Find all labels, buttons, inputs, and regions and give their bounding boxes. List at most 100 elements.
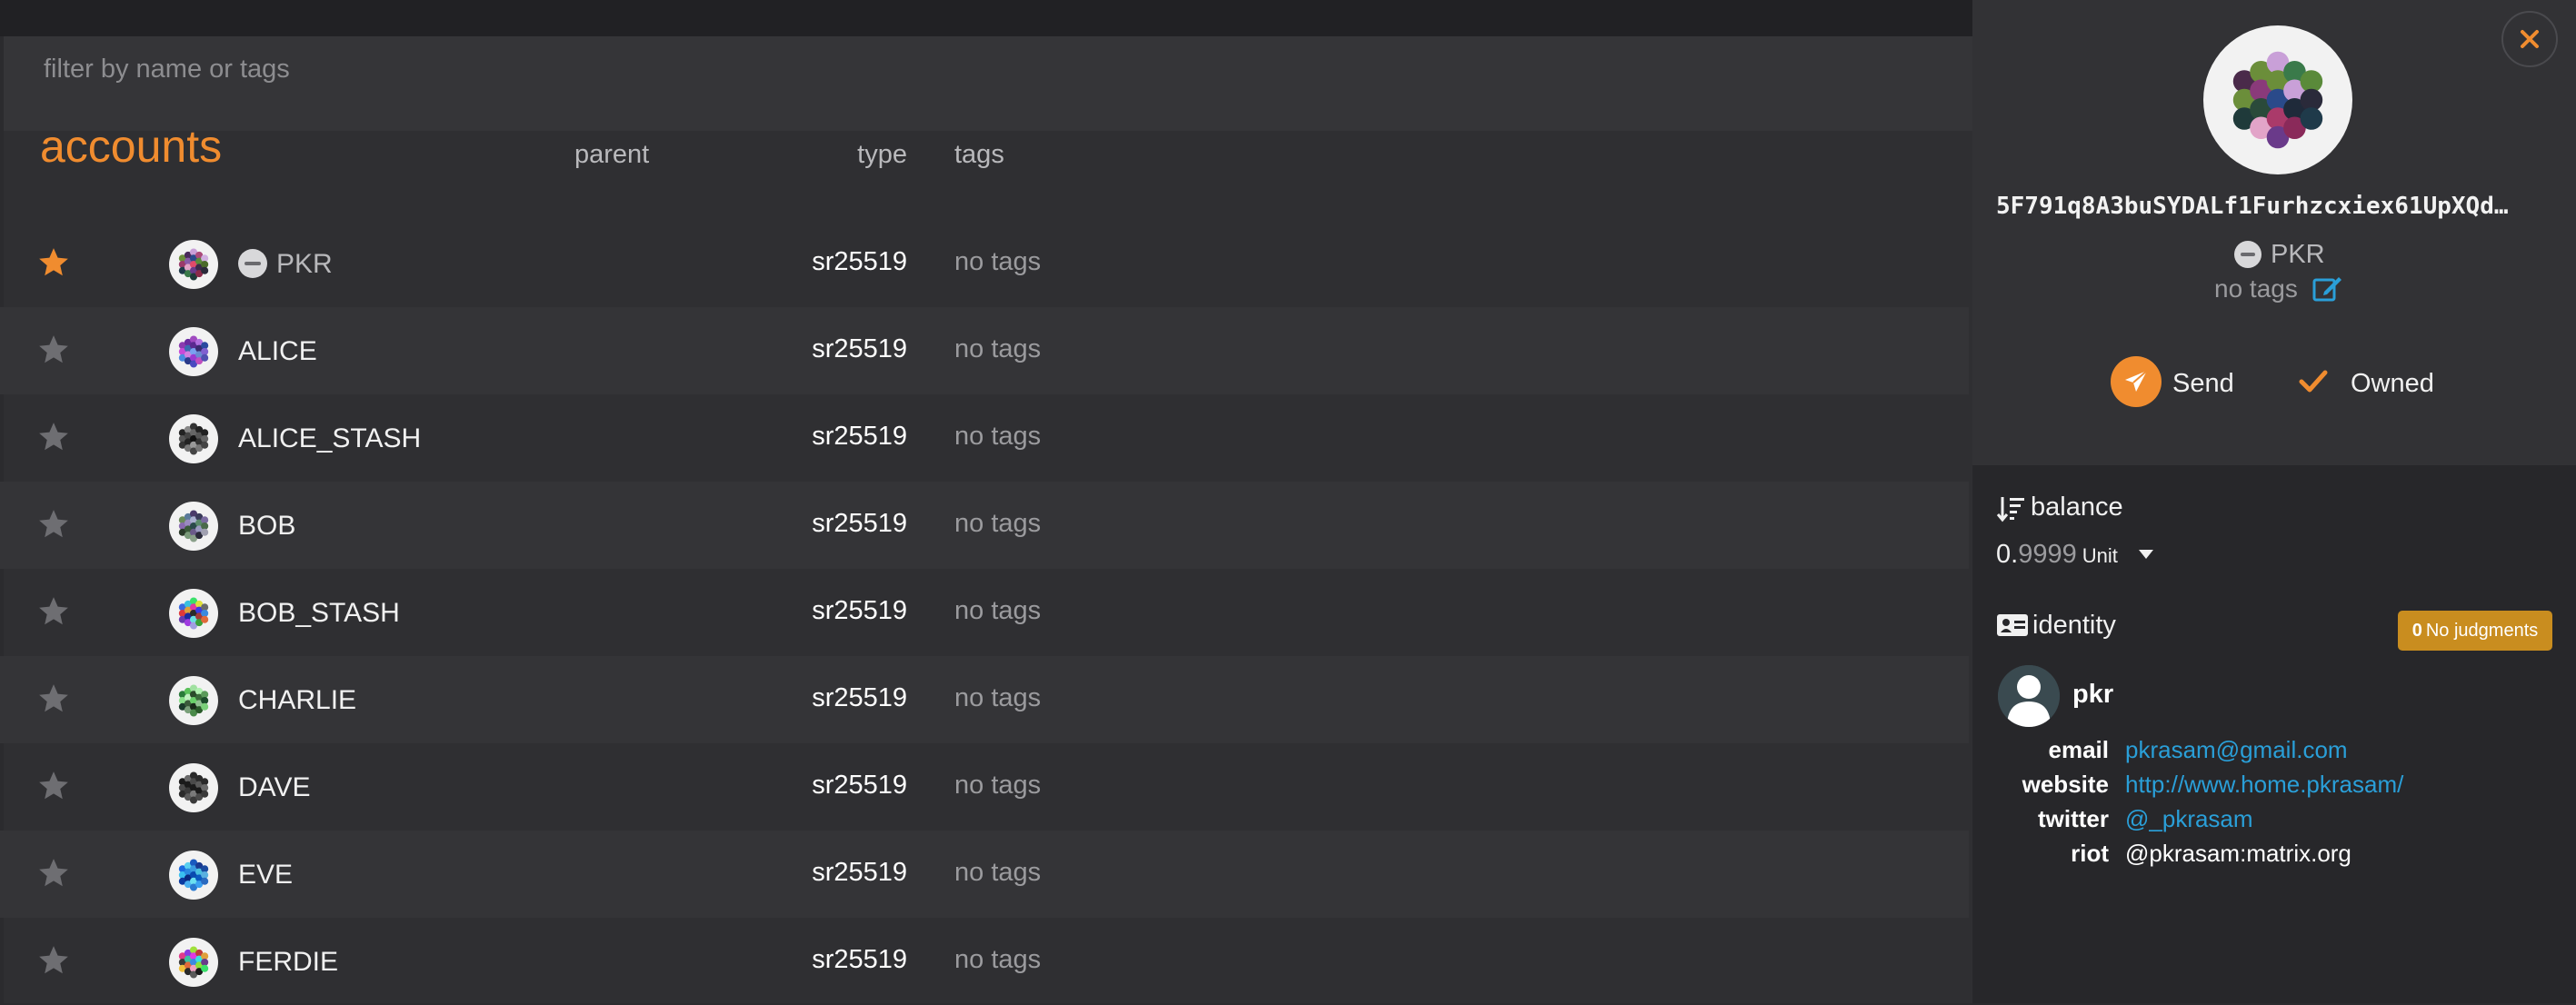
account-type: sr25519	[812, 945, 907, 974]
close-button[interactable]	[2501, 11, 2558, 67]
column-header-tags[interactable]: tags	[954, 142, 1004, 168]
sort-amount-down-icon	[1996, 497, 2024, 522]
account-row[interactable]: DAVE sr25519 no tags	[0, 743, 1969, 831]
account-type: sr25519	[812, 771, 907, 800]
favorite-star-icon[interactable]	[36, 507, 71, 542]
top-bar	[0, 0, 1972, 36]
identity-email-link[interactable]: pkrasam@gmail.com	[2125, 738, 2348, 761]
account-name[interactable]: DAVE	[238, 774, 310, 801]
account-tags: no tags	[954, 771, 1042, 800]
account-name[interactable]: ALICE_STASH	[238, 425, 421, 453]
account-type: sr25519	[812, 422, 907, 451]
account-name[interactable]: FERDIE	[238, 949, 338, 976]
send-button[interactable]	[2111, 356, 2162, 407]
judgments-badge: 0 No judgments	[2398, 611, 2552, 651]
account-identicon[interactable]	[169, 851, 218, 900]
identicon-dot	[201, 964, 209, 972]
identicon-dot	[2300, 107, 2323, 130]
user-icon	[1998, 665, 2060, 727]
send-label[interactable]: Send	[2172, 371, 2234, 397]
account-type: sr25519	[812, 509, 907, 538]
identity-display-name: pkr	[2072, 680, 2114, 709]
identity-avatar	[1998, 665, 2060, 727]
account-tags: no tags	[954, 945, 1042, 974]
balance-fraction: 9999	[2018, 540, 2077, 569]
favorite-star-icon[interactable]	[36, 594, 71, 629]
edit-tags-icon[interactable]	[2312, 274, 2343, 303]
account-name[interactable]: BOB	[238, 512, 295, 540]
favorite-star-icon[interactable]	[36, 682, 71, 716]
account-row[interactable]: BOB sr25519 no tags	[0, 482, 1969, 569]
judgments-label: No judgments	[2425, 621, 2539, 641]
account-name[interactable]: ALICE	[238, 338, 317, 365]
judgments-count: 0	[2411, 621, 2422, 641]
column-header-type[interactable]: type	[818, 142, 907, 168]
account-address[interactable]: 5F791q8A3buSYDALf1Furhzcxiex61UpXQd…	[1996, 193, 2549, 221]
account-type: sr25519	[812, 683, 907, 712]
account-identicon[interactable]	[169, 676, 218, 725]
account-identicon[interactable]	[169, 502, 218, 551]
identicon-dot	[201, 790, 209, 798]
account-tags: no tags	[954, 334, 1042, 363]
account-type: sr25519	[812, 858, 907, 887]
account-name[interactable]: PKR	[276, 251, 333, 278]
balance-integer: 0.	[1996, 540, 2019, 569]
identity-website-link[interactable]: http://www.home.pkrasam/	[2125, 772, 2403, 796]
account-row[interactable]: PKR sr25519 no tags	[0, 220, 1969, 307]
account-tags: no tags	[954, 422, 1042, 451]
account-row[interactable]: FERDIE sr25519 no tags	[0, 918, 1969, 1005]
identicon-dot	[201, 266, 209, 274]
account-name[interactable]: BOB_STASH	[238, 600, 400, 627]
favorite-star-icon[interactable]	[36, 769, 71, 803]
favorite-star-icon[interactable]	[36, 856, 71, 891]
favorite-star-icon[interactable]	[36, 245, 71, 280]
identicon-dot	[201, 528, 209, 536]
account-tags: no tags	[954, 858, 1042, 887]
identity-field-label-twitter: twitter	[2038, 805, 2109, 832]
account-row[interactable]: BOB_STASH sr25519 no tags	[0, 569, 1969, 656]
filter-bar	[4, 36, 1972, 131]
favorite-star-icon[interactable]	[36, 943, 71, 978]
account-row[interactable]: ALICE_STASH sr25519 no tags	[0, 394, 1969, 482]
account-tags: no tags	[954, 247, 1042, 276]
identity-riot-value: @pkrasam:matrix.org	[2125, 840, 2351, 867]
identity-field-label-email: email	[2048, 736, 2110, 763]
paper-plane-icon	[2125, 370, 2148, 392]
identity-twitter-link[interactable]: @_pkrasam	[2125, 807, 2253, 831]
account-identicon[interactable]	[169, 240, 218, 289]
account-type: sr25519	[812, 247, 907, 276]
injected-icon	[2234, 241, 2261, 268]
favorite-star-icon[interactable]	[36, 333, 71, 367]
account-tags: no tags	[954, 683, 1042, 712]
account-type: sr25519	[812, 334, 907, 363]
account-identicon-large[interactable]	[2203, 25, 2352, 174]
id-card-icon	[1997, 614, 2028, 636]
identicon-dot	[201, 353, 209, 362]
balance-value: 0.9999 Unit	[1996, 542, 2118, 568]
identity-field-label-website: website	[2022, 771, 2109, 798]
account-identicon[interactable]	[169, 414, 218, 463]
account-name[interactable]: EVE	[238, 861, 293, 889]
owned-label: Owned	[2351, 369, 2434, 398]
caret-down-icon[interactable]	[2138, 549, 2154, 560]
account-identicon[interactable]	[169, 327, 218, 376]
column-header-parent[interactable]: parent	[574, 142, 649, 168]
account-identicon[interactable]	[169, 938, 218, 987]
filter-input[interactable]	[44, 51, 862, 87]
favorite-star-icon[interactable]	[36, 420, 71, 454]
account-identicon[interactable]	[169, 589, 218, 638]
account-name[interactable]: CHARLIE	[238, 687, 356, 714]
account-row[interactable]: CHARLIE sr25519 no tags	[0, 656, 1969, 743]
account-tags: no tags	[2214, 274, 2298, 303]
identicon-dot	[201, 441, 209, 449]
account-tags: no tags	[954, 509, 1042, 538]
close-icon	[2521, 30, 2539, 48]
identicon-dot	[201, 615, 209, 623]
account-row[interactable]: ALICE sr25519 no tags	[0, 307, 1969, 394]
check-icon	[2299, 370, 2328, 393]
identicon-dot	[201, 877, 209, 885]
identity-field-label-riot: riot	[2071, 840, 2109, 867]
account-row[interactable]: EVE sr25519 no tags	[0, 831, 1969, 918]
account-identicon[interactable]	[169, 763, 218, 812]
account-type: sr25519	[812, 596, 907, 625]
